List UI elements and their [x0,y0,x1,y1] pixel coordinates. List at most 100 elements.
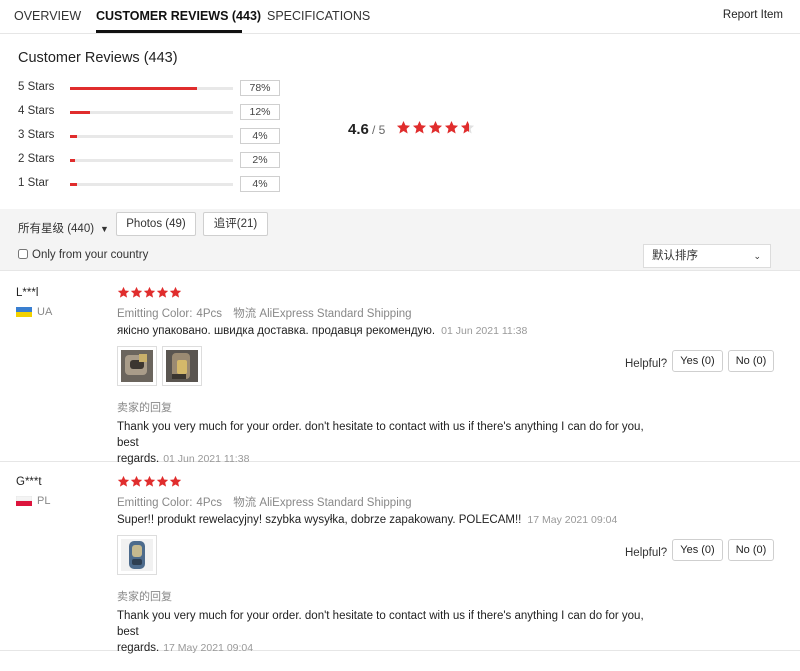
star-icon [156,475,169,487]
tab-specifications[interactable]: SPECIFICATIONS [267,9,370,23]
star-icon [130,286,143,298]
review-star-rating [117,286,182,302]
review-photo-image [166,350,198,382]
active-tab-underline [96,30,242,33]
star-filter-label: 所有星级 (440) [18,223,95,235]
sku-label: Emitting Color: [117,308,193,320]
star-icon [117,286,130,298]
rating-row-5[interactable]: 5 Stars 78% [18,80,288,96]
review-photo[interactable] [162,346,202,386]
star-icon [169,286,182,298]
sort-dropdown[interactable]: 默认排序 ⌄ [643,244,771,268]
reviewer-country: UA [37,306,53,318]
shipping-method: AliExpress Standard Shipping [259,308,412,320]
average-rating-scale: / 5 [372,123,386,137]
country-checkbox[interactable] [18,249,28,259]
average-star-rating [396,120,476,138]
helpful-label: Helpful? [625,358,668,370]
review-photo[interactable] [117,535,157,575]
sort-label: 默认排序 [652,250,698,262]
rating-row-2[interactable]: 2 Stars 2% [18,152,288,168]
rating-bar-track [70,159,233,162]
star-icon [460,120,475,134]
review-photo[interactable] [117,346,157,386]
review-tabs-bar: OVERVIEW CUSTOMER REVIEWS (443) SPECIFIC… [0,0,800,34]
tab-overview[interactable]: OVERVIEW [14,9,81,23]
star-icon [156,286,169,298]
helpful-yes-button[interactable]: Yes (0) [672,350,723,372]
rating-row-label: 1 Star [18,177,49,189]
rating-row-3[interactable]: 3 Stars 4% [18,128,288,144]
rating-row-1[interactable]: 1 Star 4% [18,176,288,192]
rating-row-4[interactable]: 4 Stars 12% [18,104,288,120]
review-item: G***t PL Emitting Color: 4Pcs 物流 AliExpre… [0,461,800,654]
sku-value: 4Pcs [196,497,222,509]
seller-reply-title: 卖家的回复 [117,402,172,414]
star-icon [412,120,427,134]
review-text-line: Super!! produkt rewelacyjny! szybka wysy… [117,514,617,526]
star-icon [130,475,143,487]
followup-filter-button[interactable]: 追评(21) [203,212,268,236]
review-photo-image [121,350,153,382]
rating-percent: 78% [240,80,280,96]
reviewer-country: PL [37,495,51,507]
review-meta: Emitting Color: 4Pcs 物流 AliExpress Standa… [117,494,412,510]
star-icon [143,475,156,487]
shipping-method: AliExpress Standard Shipping [259,497,412,509]
chevron-down-icon: ▼ [100,224,109,234]
country-filter-label: Only from your country [32,249,149,261]
reviewer-name: L***l [16,287,39,299]
rating-bar-fill [70,159,75,162]
helpful-yes-button[interactable]: Yes (0) [672,539,723,561]
seller-reply: Thank you very much for your order. don'… [117,608,657,656]
rating-bar-fill [70,135,77,138]
rating-row-label: 2 Stars [18,153,55,165]
helpful-no-button[interactable]: No (0) [728,539,774,561]
poland-flag-icon [16,496,32,506]
seller-reply-title: 卖家的回复 [117,591,172,603]
helpful-no-button[interactable]: No (0) [728,350,774,372]
review-text: якісно упаковано. швидка доставка. прода… [117,325,436,337]
review-filters: 所有星级 (440) ▼ Photos (49) 追评(21) Only from… [0,209,800,271]
review-text-line: якісно упаковано. швидка доставка. прода… [117,325,527,337]
star-icon [444,120,459,134]
tab-customer-reviews[interactable]: CUSTOMER REVIEWS (443) [96,9,261,23]
seller-reply-closing: regards. [117,642,160,654]
review-item: L***l UA Emitting Color: 4Pcs 物流 AliExpre… [0,272,800,465]
star-icon [169,475,182,487]
star-icon [396,120,411,134]
review-date: 17 May 2021 09:04 [527,514,618,526]
star-icon [143,286,156,298]
review-date: 01 Jun 2021 11:38 [441,325,528,337]
logistics-label: 物流 [233,497,257,509]
star-icon [117,475,130,487]
sku-value: 4Pcs [196,308,222,320]
summary-title: Customer Reviews (443) [18,50,178,66]
seller-reply-end: regards. 17 May 2021 09:04 [117,640,657,656]
rating-row-label: 4 Stars [18,105,55,117]
rating-row-label: 3 Stars [18,129,55,141]
rating-bar-track [70,111,233,114]
seller-reply-date: 17 May 2021 09:04 [163,642,254,654]
rating-percent: 4% [240,176,280,192]
rating-bar-fill [70,87,198,90]
star-filter-dropdown[interactable]: 所有星级 (440) ▼ [18,220,109,236]
report-item-link[interactable]: Report Item [723,9,783,21]
seller-reply-text: Thank you very much for your order. don'… [117,610,644,638]
review-photo-image [121,539,153,571]
average-rating: 4.6 [348,121,369,138]
rating-bar-track [70,87,233,90]
seller-reply-text: Thank you very much for your order. don'… [117,421,644,449]
star-icon [428,120,443,134]
rating-percent: 2% [240,152,280,168]
review-meta: Emitting Color: 4Pcs 物流 AliExpress Standa… [117,305,412,321]
rating-row-label: 5 Stars [18,81,55,93]
country-filter[interactable]: Only from your country [18,249,148,261]
rating-percent: 4% [240,128,280,144]
rating-summary: Customer Reviews (443) 5 Stars 78% 4 Sta… [0,35,800,209]
rating-bar-track [70,183,233,186]
rating-bar-fill [70,183,77,186]
review-text: Super!! produkt rewelacyjny! szybka wysy… [117,514,522,526]
photos-filter-button[interactable]: Photos (49) [116,212,196,236]
ukraine-flag-icon [16,307,32,317]
